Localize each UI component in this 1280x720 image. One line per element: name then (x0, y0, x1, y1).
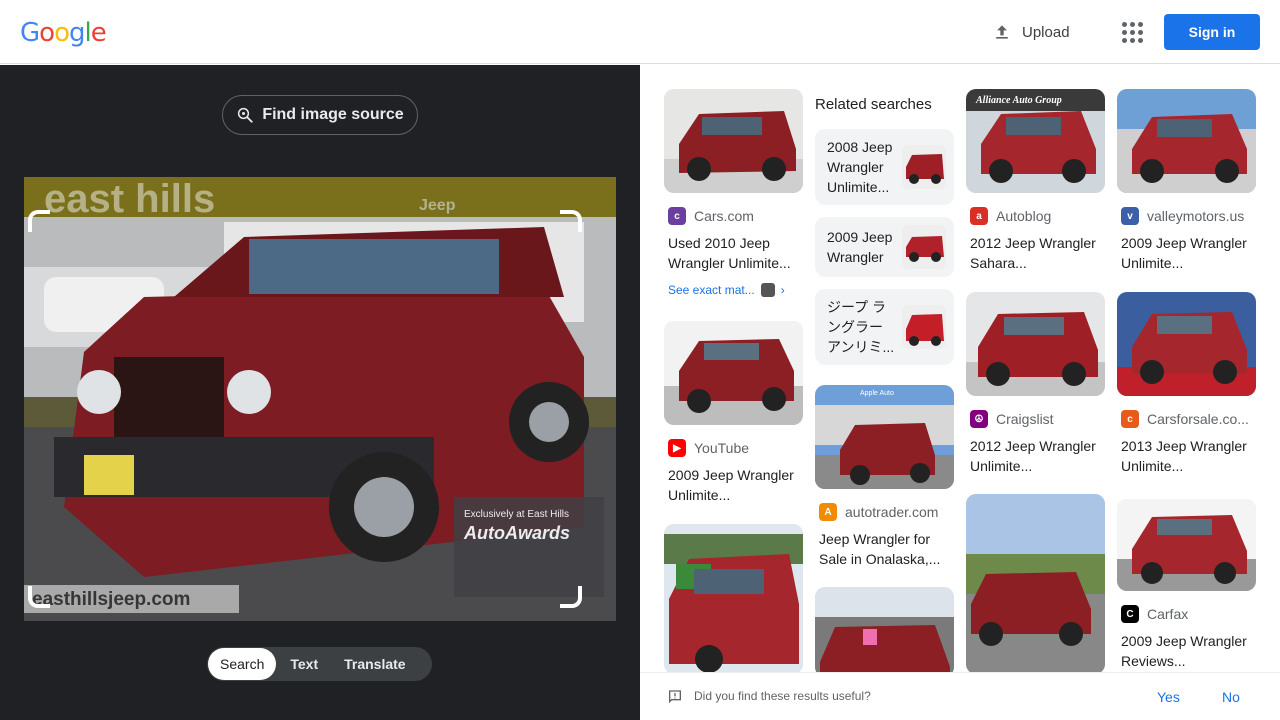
result-thumbnail[interactable] (1117, 89, 1256, 193)
result-card-valleymotors[interactable]: v valleymotors.us 2009 Jeep Wrangler Unli… (1117, 89, 1256, 273)
feedback-yes-button[interactable]: Yes (1157, 689, 1180, 705)
mode-translate[interactable]: Translate (332, 648, 417, 680)
logo-letter: G (20, 18, 40, 48)
result-title[interactable]: 2009 Jeep Wrangler Unlimite... (664, 465, 803, 505)
top-bar: Google Upload Sign in (0, 0, 1280, 64)
logo-letter: g (69, 18, 85, 48)
logo-letter: o (39, 18, 55, 48)
google-logo[interactable]: Google (20, 18, 107, 48)
feedback-question: Did you find these results useful? (694, 689, 871, 703)
craigslist-favicon: ☮ (970, 410, 988, 428)
result-card-lot-3[interactable] (966, 494, 1105, 672)
result-source: Carfax (1147, 606, 1189, 622)
result-title[interactable]: 2013 Jeep Wrangler Unlimite... (1117, 436, 1256, 476)
apps-grid-icon[interactable] (1120, 20, 1144, 44)
thumb-dealer-banner: Apple Auto (860, 390, 894, 397)
youtube-favicon: ▶ (668, 439, 686, 457)
find-image-source-label: Find image source (262, 106, 404, 123)
crop-handle-top-left[interactable] (28, 210, 50, 232)
result-thumbnail[interactable] (815, 587, 954, 672)
related-search-chip[interactable]: 2009 Jeep Wrangler (815, 217, 954, 277)
result-card-lot[interactable] (664, 524, 803, 672)
result-title[interactable]: 2012 Jeep Wrangler Unlimite... (966, 436, 1105, 476)
related-search-label: ジープ ラングラー アンリミ... (827, 299, 895, 355)
find-image-source-button[interactable]: Find image source (222, 95, 418, 135)
result-card-lot-2[interactable] (815, 587, 954, 672)
logo-letter: o (54, 18, 70, 48)
related-search-label: 2009 Jeep Wrangler (827, 229, 893, 265)
result-card-craigslist[interactable]: ☮ Craigslist 2012 Jeep Wrangler Unlimite.… (966, 292, 1105, 476)
mode-text[interactable]: Text (276, 648, 332, 680)
result-source: Cars.com (694, 208, 754, 224)
query-image-panel: Find image source east hills Jeep Exclus… (0, 65, 640, 720)
logo-letter: e (90, 18, 107, 48)
result-title[interactable]: 2009 Jeep Wrangler Reviews... (1117, 631, 1256, 671)
result-source: autotrader.com (845, 504, 939, 520)
related-searches-heading: Related searches (815, 96, 932, 113)
related-search-thumbnail (902, 225, 946, 269)
feedback-no-button[interactable]: No (1222, 689, 1240, 705)
upload-button[interactable]: Upload (992, 20, 1070, 44)
result-thumbnail[interactable]: Alliance Auto Group (966, 89, 1105, 193)
result-source: valleymotors.us (1147, 208, 1245, 224)
result-card-carsforsale[interactable]: c Carsforsale.co... 2013 Jeep Wrangler Un… (1117, 292, 1256, 476)
sign-in-button[interactable]: Sign in (1164, 14, 1260, 50)
result-source: Craigslist (996, 411, 1054, 427)
result-source: Carsforsale.co... (1147, 411, 1249, 427)
related-search-chip[interactable]: 2008 Jeep Wrangler Unlimite... (815, 129, 954, 205)
autoblog-favicon: a (970, 207, 988, 225)
result-card-carfax[interactable]: C Carfax 2009 Jeep Wrangler Reviews... (1117, 499, 1256, 671)
result-title[interactable]: Used 2010 Jeep Wrangler Unlimite... (664, 233, 803, 273)
mode-search[interactable]: Search (208, 648, 277, 680)
autotrader-favicon: A (819, 503, 837, 521)
cars-favicon: c (668, 207, 686, 225)
chevron-right-icon: › (780, 283, 785, 297)
crop-handle-top-right[interactable] (560, 210, 582, 232)
upload-label: Upload (1022, 23, 1070, 41)
result-thumbnail[interactable] (664, 524, 803, 672)
see-exact-matches-link[interactable]: See exact mat... › (664, 283, 803, 297)
related-search-thumbnail (902, 305, 946, 349)
visual-matches-panel: c Cars.com Used 2010 Jeep Wrangler Unlimi… (640, 65, 1280, 672)
crop-handle-bottom-right[interactable] (560, 586, 582, 608)
upload-icon (996, 25, 1008, 39)
search-mode-toggle: Search Text Translate (207, 647, 432, 681)
result-thumbnail[interactable] (1117, 292, 1256, 396)
result-thumbnail[interactable]: Apple Auto (815, 385, 954, 489)
feedback-bar: Did you find these results useful? Yes N… (640, 672, 1280, 720)
result-thumbnail[interactable] (664, 89, 803, 193)
see-exact-matches-label: See exact mat... (668, 283, 755, 297)
crop-selector[interactable] (28, 210, 582, 608)
carfax-favicon: C (1121, 605, 1139, 623)
thumb-alliance-text: Alliance Auto Group (975, 95, 1062, 106)
related-search-label: 2008 Jeep Wrangler Unlimite... (827, 139, 893, 195)
result-source: YouTube (694, 440, 750, 456)
feedback-icon (669, 690, 681, 704)
related-search-thumbnail (902, 145, 946, 189)
result-thumbnail[interactable] (966, 292, 1105, 396)
result-thumbnail[interactable] (966, 494, 1105, 672)
exact-match-thumb-icon (760, 283, 775, 297)
result-source: Autoblog (996, 208, 1052, 224)
result-card-cars[interactable]: c Cars.com Used 2010 Jeep Wrangler Unlimi… (664, 89, 803, 297)
result-thumbnail[interactable] (664, 321, 803, 425)
result-title[interactable]: Jeep Wrangler for Sale in Onalaska,... (815, 529, 954, 569)
related-search-chip[interactable]: ジープ ラングラー アンリミ... (815, 289, 954, 365)
lens-search-icon (238, 107, 253, 123)
result-title[interactable]: 2009 Jeep Wrangler Unlimite... (1117, 233, 1256, 273)
result-card-autoblog[interactable]: Alliance Auto Group a Autoblog 2012 Jeep … (966, 89, 1105, 273)
result-card-autotrader[interactable]: Apple Auto Aautotrader.com Jeep Wrangler… (815, 385, 954, 569)
carsforsale-favicon: c (1121, 410, 1139, 428)
result-thumbnail[interactable] (1117, 499, 1256, 591)
crop-handle-bottom-left[interactable] (28, 586, 50, 608)
valleymotors-favicon: v (1121, 207, 1139, 225)
result-card-youtube[interactable]: ▶ YouTube 2009 Jeep Wrangler Unlimite... (664, 321, 803, 505)
result-title[interactable]: 2012 Jeep Wrangler Sahara... (966, 233, 1105, 273)
